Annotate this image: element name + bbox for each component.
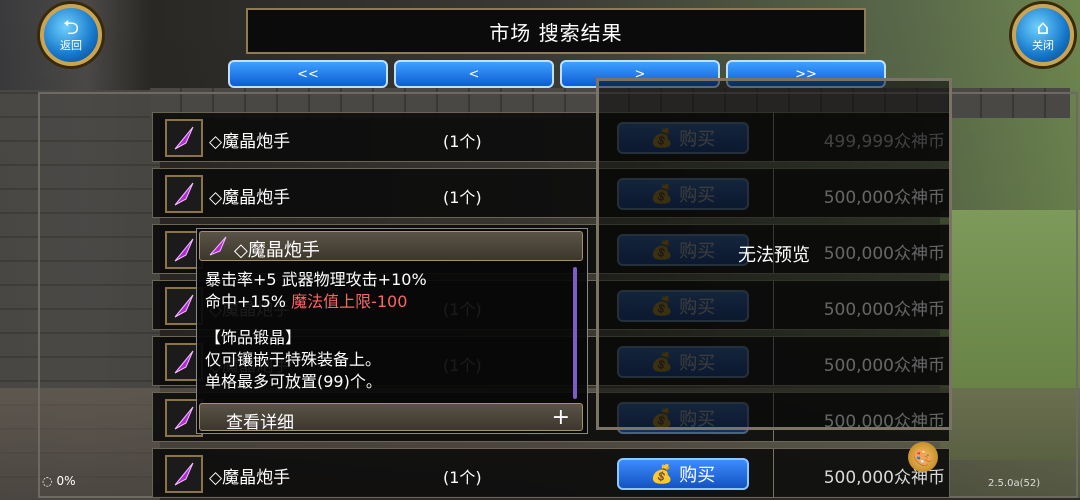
crystal-icon [206, 235, 230, 261]
tooltip-scrollbar[interactable] [573, 267, 577, 399]
page-title: 市场 搜索结果 [246, 8, 866, 54]
prev-page-button[interactable]: < [394, 60, 554, 88]
tooltip-description: 暴击率+5 武器物理攻击+10% 命中+15% 魔法值上限-100 【饰品锻晶】… [205, 269, 427, 393]
category-line: 【饰品锻晶】 [205, 328, 302, 347]
loading-percent: 0% [56, 474, 76, 488]
page-title-text: 市场 搜索结果 [489, 20, 623, 45]
back-label: 返回 [60, 39, 82, 52]
version-label: 2.5.0a(52) [988, 478, 1041, 489]
view-details-label: 查看详细 [226, 413, 294, 433]
expand-plus-icon: + [551, 405, 570, 430]
buy-button[interactable]: 💰购买 [617, 458, 749, 490]
stat-hit: 命中+15% [205, 292, 292, 311]
preview-panel: 无法预览 [596, 78, 952, 430]
preview-message: 无法预览 [738, 245, 810, 266]
spinner-icon: ◌ [42, 474, 53, 488]
back-button[interactable]: ⮌ 返回 [40, 4, 102, 66]
item-name: ◇魔晶炮手 [209, 468, 291, 488]
tooltip-title: ◇魔晶炮手 [234, 240, 320, 261]
tooltip-header: ◇魔晶炮手 [199, 231, 583, 261]
close-label: 关闭 [1032, 39, 1054, 52]
item-quantity: (1个) [443, 132, 482, 151]
item-quantity: (1个) [443, 188, 482, 207]
loading-indicator: ◌ 0% [42, 474, 76, 488]
stat-mana-penalty: 魔法值上限-100 [291, 292, 408, 311]
view-details-button[interactable]: 查看详细 + [199, 403, 583, 433]
return-arrow-icon: ⮌ [62, 15, 80, 39]
table-row[interactable]: ◇魔晶炮手(1个)💰购买500,000众神币 [152, 448, 950, 498]
prev-page-label: < [468, 66, 480, 82]
item-quantity: (1个) [443, 468, 482, 487]
desc-line-1: 仅可镶嵌于特殊装备上。 [205, 350, 382, 369]
stat-line-1: 暴击率+5 武器物理攻击+10% [205, 270, 427, 289]
crystal-icon[interactable] [165, 455, 203, 493]
coin-bag-icon: 💰 [650, 463, 674, 485]
crystal-icon[interactable] [165, 119, 203, 157]
item-name: ◇魔晶炮手 [209, 132, 291, 152]
buy-label: 购买 [679, 465, 716, 486]
first-page-label: << [297, 66, 319, 82]
stat-line-2: 命中+15% 魔法值上限-100 [205, 291, 427, 313]
item-tooltip: ◇魔晶炮手 暴击率+5 武器物理攻击+10% 命中+15% 魔法值上限-100 … [196, 228, 588, 434]
palette-icon[interactable]: 🎨 [908, 442, 938, 472]
desc-line-2: 单格最多可放置(99)个。 [205, 372, 382, 391]
close-button[interactable]: ⌂ 关闭 [1012, 4, 1074, 66]
item-name: ◇魔晶炮手 [209, 188, 291, 208]
crystal-icon[interactable] [165, 175, 203, 213]
home-icon: ⌂ [1036, 15, 1050, 39]
first-page-button[interactable]: << [228, 60, 388, 88]
column-divider [773, 449, 774, 497]
